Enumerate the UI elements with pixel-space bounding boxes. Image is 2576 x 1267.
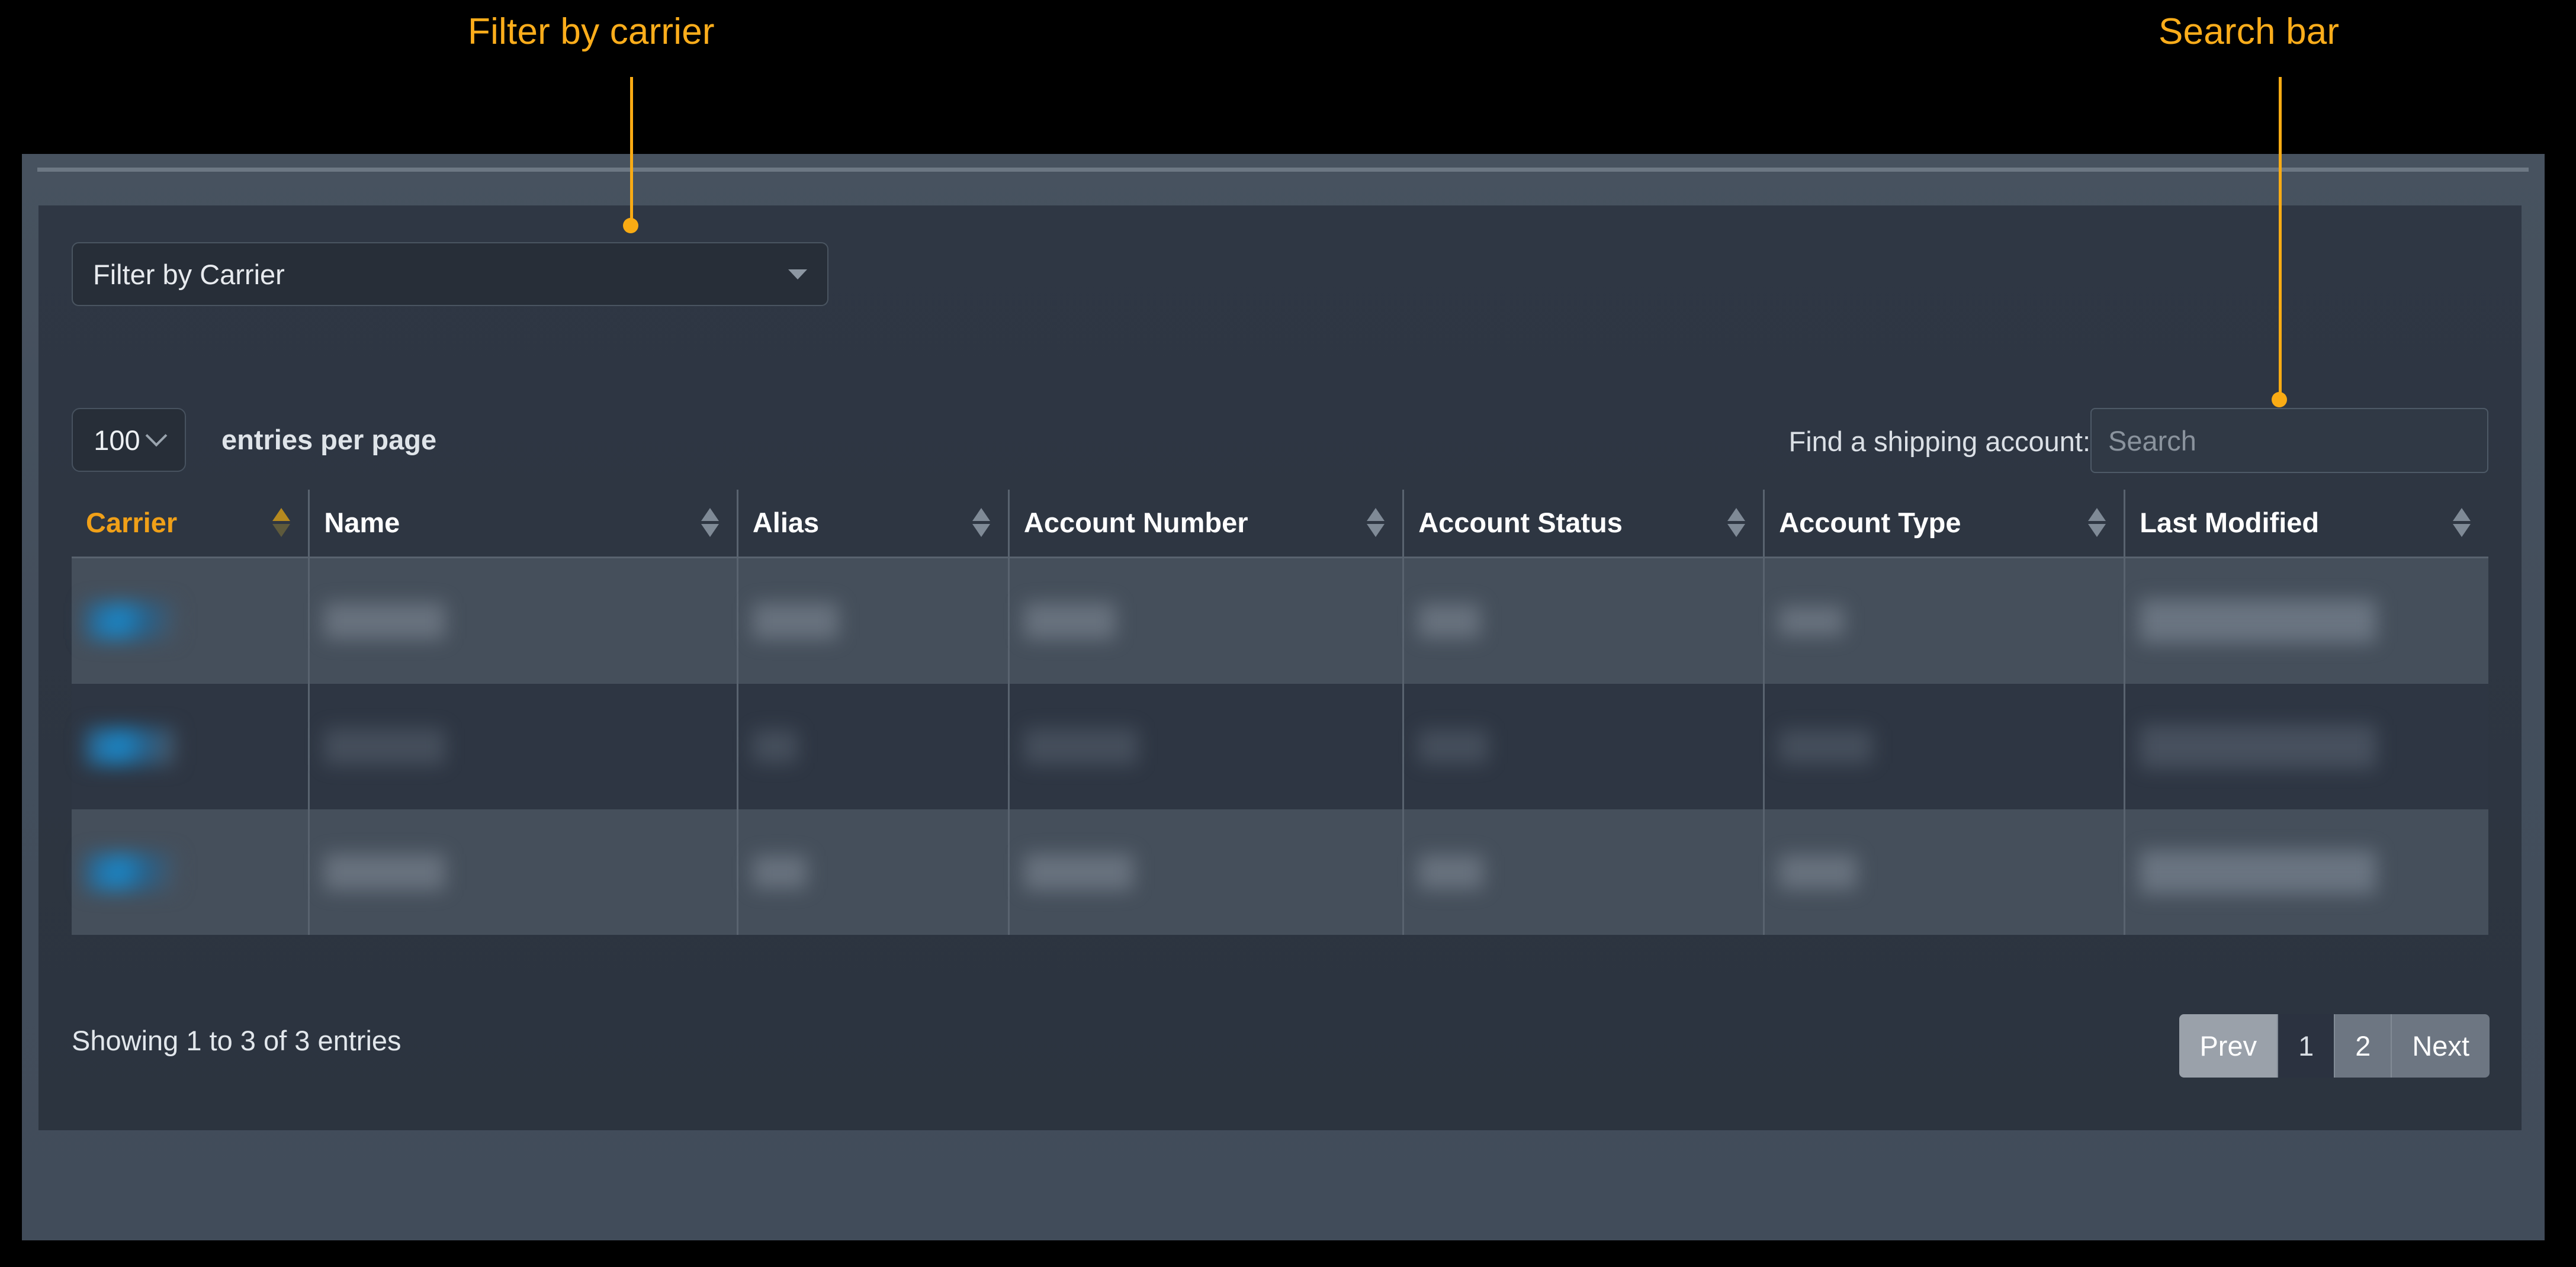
table-cell-last_modified [2124,557,2488,684]
table-cell-account_type [1763,809,2125,935]
title-divider [37,168,2529,172]
column-header-label: Account Number [1023,507,1248,538]
table-header-row: Carrier Name Alias Account Number Account St… [72,490,2488,558]
redacted-value [1023,603,1116,639]
table-cell-account_type [1763,557,2125,684]
redacted-value [86,728,175,765]
annotation-label-filter-by-carrier: Filter by carrier [468,11,715,52]
sort-arrows-icon [272,508,291,537]
table-cell-alias [736,809,1009,935]
redacted-value [2140,725,2377,768]
column-header-account_status[interactable]: Account Status [1402,490,1764,558]
annotation-leader-line-search-bar [2279,77,2282,400]
filter-by-carrier-value: Filter by Carrier [93,258,285,290]
table-cell-name [308,684,738,809]
column-header-account_type[interactable]: Account Type [1763,490,2125,558]
sort-arrows-icon [972,508,990,537]
table-cell-name [308,809,738,935]
table-cell-carrier [72,557,309,684]
column-header-name[interactable]: Name [308,490,738,558]
pagination-button-2[interactable]: 2 [2335,1014,2392,1078]
column-header-label: Account Status [1418,507,1623,538]
sort-arrows-icon [1727,508,1746,537]
annotation-label-search-bar: Search bar [2159,11,2340,52]
annotation-marker-dot-filter-by-carrier [623,218,638,233]
table-cell-account_status [1402,684,1764,809]
redacted-value [1779,606,1845,636]
redacted-value [1418,855,1484,889]
table-cell-name [308,557,738,684]
entries-per-page-select[interactable]: 100 [72,408,186,472]
sort-arrows-icon [701,508,719,537]
filter-by-carrier-select[interactable]: Filter by Carrier [72,242,828,306]
redacted-value [1779,855,1858,889]
annotation-leader-line-filter-by-carrier [630,77,633,225]
search-label: Find a shipping account: [1788,426,2091,457]
chevron-down-icon [145,425,168,447]
entries-per-page-value: 100 [94,424,140,456]
table-cell-account_status [1402,557,1764,684]
table-cell-account_number [1007,809,1403,935]
redacted-value [1023,728,1138,765]
table-cell-carrier [72,684,309,809]
pagination-button-1[interactable]: 1 [2278,1014,2336,1078]
table-cell-alias [736,557,1009,684]
entries-per-page-label: entries per page [221,424,437,455]
table-row[interactable] [72,809,2488,935]
column-header-label: Account Type [1779,507,1961,538]
table-cell-last_modified [2124,809,2488,935]
showing-entries-text: Showing 1 to 3 of 3 entries [72,1025,402,1056]
column-header-alias[interactable]: Alias [736,490,1009,558]
column-header-label: Last Modified [2140,507,2320,538]
redacted-value [86,603,175,639]
redacted-value [1418,604,1481,638]
search-input[interactable]: Search [2090,408,2488,473]
column-header-carrier[interactable]: Carrier [72,490,309,558]
table-row[interactable] [72,557,2488,684]
table-cell-alias [736,684,1009,809]
redacted-value [324,728,446,765]
chevron-down-icon [788,269,807,279]
table-row[interactable] [72,684,2488,809]
pagination-button-next[interactable]: Next [2392,1014,2490,1078]
sort-arrows-icon [1367,508,1385,537]
pagination: Prev 1 2 Next [2179,1014,2490,1078]
redacted-value [2140,850,2377,894]
table-cell-account_number [1007,684,1403,809]
pagination-button-prev[interactable]: Prev [2179,1014,2279,1078]
redacted-value [324,854,446,890]
redacted-value [324,603,446,639]
table-cell-last_modified [2124,684,2488,809]
table-cell-carrier [72,809,309,935]
table-cell-account_type [1763,684,2125,809]
redacted-value [752,730,798,763]
shipping-accounts-table: Carrier Name Alias Account Number Account St… [72,490,2488,935]
redacted-value [86,854,175,890]
redacted-value [1418,729,1489,764]
column-header-label: Alias [752,507,820,538]
column-header-last_modified[interactable]: Last Modified [2124,490,2488,558]
redacted-value [1779,729,1873,764]
redacted-value [752,856,807,889]
table-cell-account_status [1402,809,1764,935]
column-header-label: Name [324,507,400,538]
redacted-value [752,603,839,639]
sort-arrows-icon [2088,508,2106,537]
annotation-marker-dot-search-bar [2272,392,2287,407]
search-placeholder: Search [2108,425,2196,456]
redacted-value [2140,599,2377,643]
redacted-value [1023,854,1133,890]
sort-arrows-icon [2453,508,2471,537]
column-header-label: Carrier [86,507,178,538]
column-header-account_number[interactable]: Account Number [1007,490,1403,558]
table-cell-account_number [1007,557,1403,684]
